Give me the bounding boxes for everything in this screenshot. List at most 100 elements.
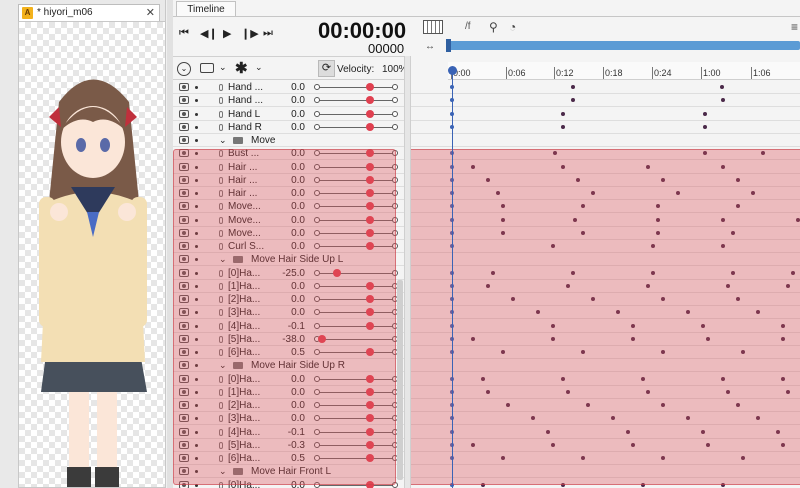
time-ruler[interactable]: 0:00 0:06 0:12 0:18 0:24 1:00 1:06 — [448, 62, 800, 80]
document-panel: A * hiyori_m06 ✕ — [0, 0, 166, 488]
timeline-panel: Timeline ⏮ ◀❙ ▶ ❙▶ ⏭ 00:00:00 00000 /f ⚲… — [173, 0, 800, 488]
slider-min-knob[interactable] — [314, 97, 320, 104]
ruler-tick: 0:12 — [554, 67, 574, 79]
play-icon[interactable]: ▶ — [223, 27, 231, 40]
value-slider-track[interactable] — [316, 87, 396, 88]
slider-min-knob[interactable] — [314, 84, 320, 90]
chevron-down-icon[interactable]: ⌄ — [219, 135, 227, 146]
parameter-toolbar: ⌄ ⌄ ✱ ⌄ ⟳ Velocity: 100% — [173, 56, 411, 80]
asterisk-icon[interactable]: ✱ — [235, 59, 248, 77]
slider-max-knob[interactable] — [392, 84, 398, 90]
selection-highlight — [173, 149, 396, 485]
collapse-all-icon[interactable]: ⌄ — [177, 62, 191, 76]
keyframe[interactable] — [720, 85, 724, 89]
parameter-row[interactable]: Hand ... 0.0 — [173, 81, 800, 95]
slider-handle[interactable] — [366, 109, 375, 118]
slider-min-knob[interactable] — [314, 123, 320, 130]
link-icon[interactable] — [219, 84, 223, 91]
keyframe[interactable] — [703, 111, 707, 116]
pin-icon[interactable]: ⚲ — [489, 20, 498, 34]
keyframe[interactable] — [571, 98, 575, 103]
ruler-tick: 1:00 — [701, 67, 721, 79]
tab-divider — [173, 16, 800, 17]
parameter-value[interactable]: 0.0 — [263, 95, 305, 106]
close-icon[interactable]: ✕ — [146, 6, 155, 19]
document-title: * hiyori_m06 — [37, 7, 93, 18]
visibility-icon[interactable] — [179, 96, 189, 105]
visibility-icon[interactable] — [179, 109, 189, 118]
velocity-label: Velocity: — [337, 64, 375, 75]
group-label: Move — [251, 135, 276, 146]
link-icon[interactable] — [219, 97, 223, 105]
character-illustration — [39, 79, 147, 487]
slider-max-knob[interactable] — [392, 123, 398, 130]
parameter-value[interactable]: 0.0 — [263, 82, 305, 93]
folder-icon — [233, 137, 243, 144]
ruler-tick: 0:24 — [652, 67, 672, 79]
panel-divider[interactable] — [404, 56, 411, 488]
value-slider-track[interactable] — [316, 100, 396, 102]
tab-timeline[interactable]: Timeline — [176, 1, 236, 17]
playhead-line[interactable] — [452, 70, 453, 488]
parameter-row[interactable]: Hand ... 0.0 — [173, 94, 800, 108]
keyframe[interactable] — [561, 124, 565, 129]
parameter-label: Hand R — [228, 121, 262, 133]
keyframe[interactable] — [721, 98, 725, 103]
parameter-row[interactable]: Hand L 0.0 — [173, 108, 800, 121]
value-slider-track[interactable] — [316, 126, 396, 128]
parameter-label: Hand ... — [228, 95, 264, 107]
step-forward-icon[interactable]: ❙▶ — [241, 27, 259, 40]
bullet-icon — [195, 112, 198, 116]
bullet-icon — [195, 139, 198, 142]
playhead-handle[interactable] — [448, 66, 457, 75]
slider-handle[interactable] — [366, 122, 375, 131]
parameter-row[interactable]: Hand R 0.0 — [173, 121, 800, 134]
value-slider-track[interactable] — [316, 113, 396, 115]
onion-skin-icon[interactable]: ◔ — [509, 20, 516, 34]
link-icon[interactable] — [219, 123, 223, 131]
skip-start-icon[interactable]: ⏮ — [179, 27, 189, 40]
ruler-tick: 0:18 — [603, 67, 623, 79]
document-tab[interactable]: A * hiyori_m06 ✕ — [18, 4, 160, 21]
group-row[interactable]: ⌄ Move — [173, 134, 800, 148]
parameter-value[interactable]: 0.0 — [263, 122, 305, 133]
timeline-header-tools: /f ⚲ ◔ ≡ — [421, 20, 800, 38]
scrollbar[interactable] — [397, 280, 403, 480]
chevron-down-icon[interactable]: ⌄ — [219, 62, 227, 73]
link-icon[interactable] — [219, 110, 223, 118]
visibility-icon[interactable] — [179, 136, 189, 144]
keyframe[interactable] — [561, 111, 565, 116]
loop-button[interactable]: ⟳ — [318, 60, 335, 77]
bullet-icon — [195, 86, 198, 89]
ruler-tick: 0:06 — [506, 67, 526, 79]
slider-max-knob[interactable] — [392, 97, 398, 104]
slider-min-knob[interactable] — [314, 110, 320, 117]
visibility-icon[interactable] — [179, 122, 189, 131]
fps-toggle[interactable]: /f — [465, 21, 471, 32]
menu-icon[interactable]: ≡ — [791, 20, 798, 34]
model-canvas[interactable] — [18, 21, 166, 488]
parameter-value[interactable]: 0.0 — [263, 109, 305, 120]
slider-handle[interactable] — [366, 83, 375, 91]
bullet-icon — [195, 125, 198, 129]
playback-range-bar[interactable] — [446, 41, 800, 50]
current-frame[interactable]: 00000 — [368, 41, 404, 56]
slider-handle[interactable] — [366, 96, 375, 105]
parameter-label: Hand ... — [228, 82, 264, 93]
step-back-icon[interactable]: ◀❙ — [200, 27, 218, 40]
app-icon: A — [22, 7, 33, 19]
graph-editor-icon[interactable] — [423, 20, 443, 34]
skip-end-icon[interactable]: ⏭ — [263, 27, 273, 40]
slider-max-knob[interactable] — [392, 110, 398, 117]
visibility-icon[interactable] — [179, 83, 189, 91]
keyframe[interactable] — [703, 124, 707, 129]
ruler-tick: 1:06 — [751, 67, 771, 79]
bullet-icon — [195, 99, 198, 103]
range-arrows-icon[interactable]: ↔ — [425, 41, 435, 52]
display-mode-icon[interactable] — [200, 63, 214, 73]
keyframe-selection-highlight — [411, 149, 800, 485]
range-start-handle[interactable] — [446, 39, 451, 52]
keyframe[interactable] — [571, 85, 575, 89]
chevron-down-icon[interactable]: ⌄ — [255, 62, 263, 73]
parameter-label: Hand L — [228, 108, 261, 120]
